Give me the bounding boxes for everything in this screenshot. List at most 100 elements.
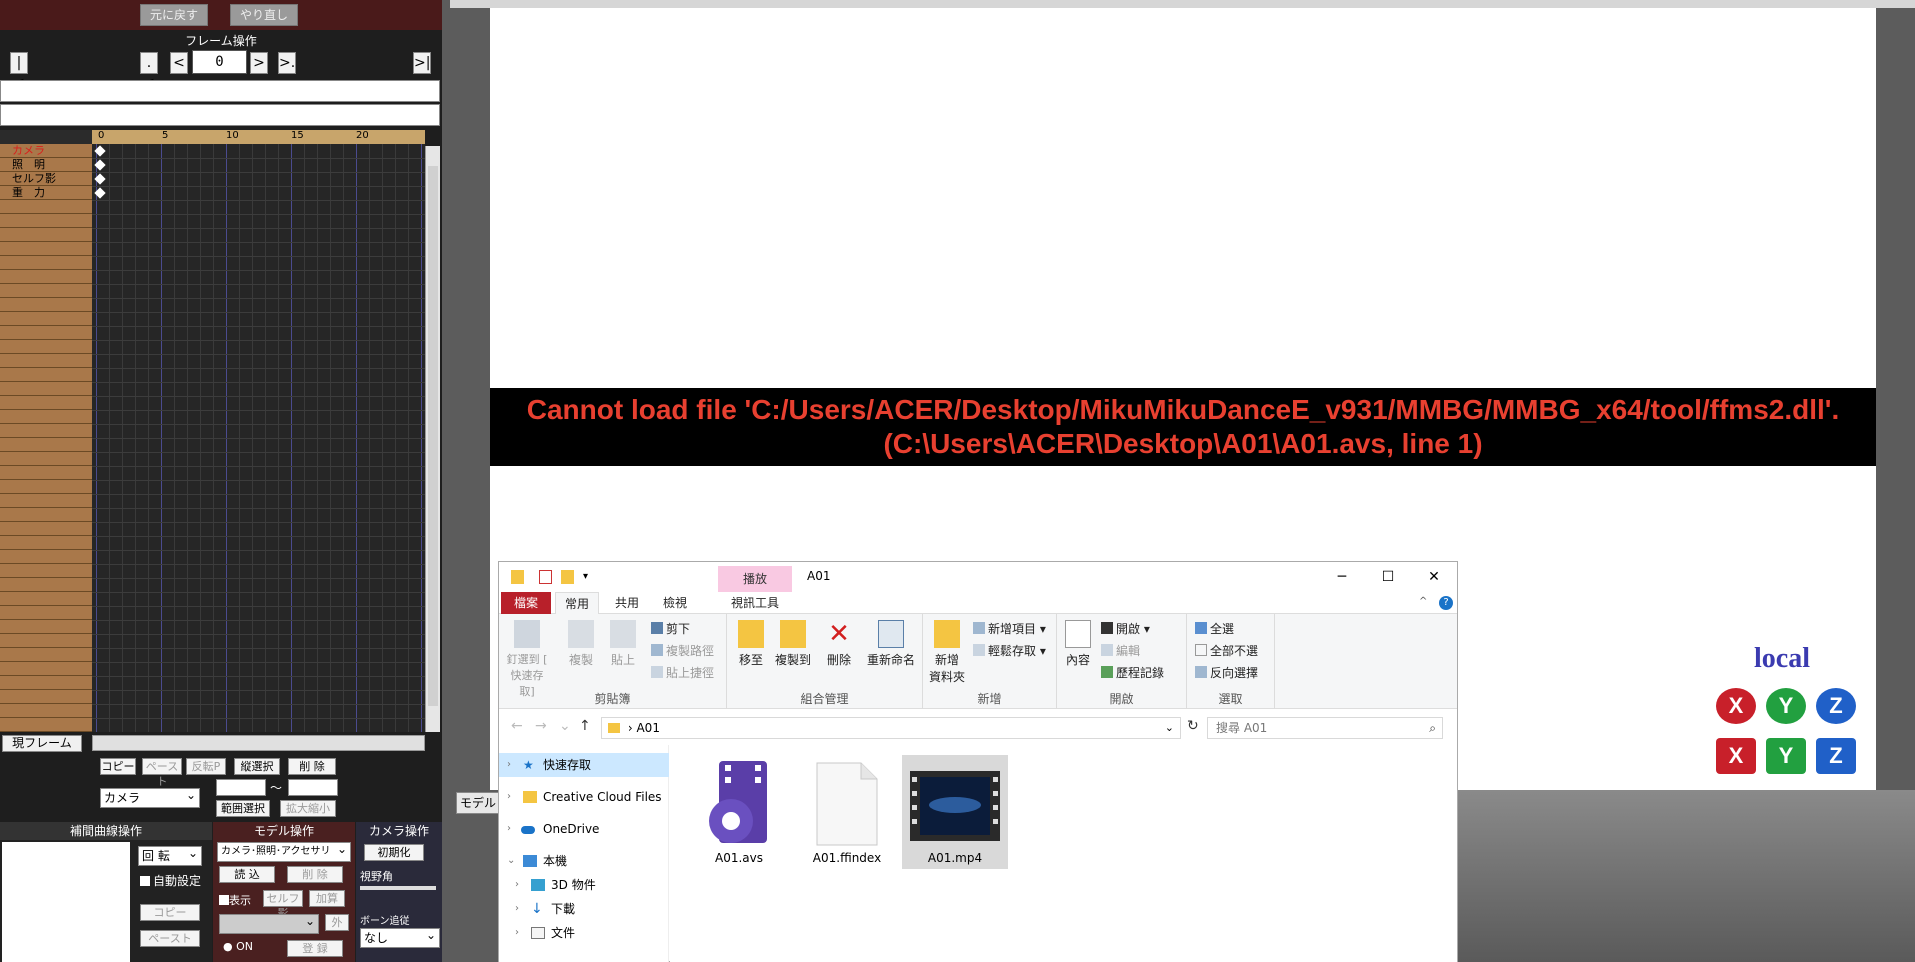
file-item-ffindex[interactable]: A01.ffindex (794, 755, 900, 869)
track-row[interactable] (0, 382, 92, 396)
edit-button[interactable]: 編輯 (1101, 642, 1140, 659)
refresh-icon[interactable]: ↻ (1187, 718, 1199, 734)
track-row[interactable] (0, 494, 92, 508)
address-dropdown-icon[interactable]: ⌄ (1165, 718, 1174, 738)
chevron-right-icon[interactable]: › (507, 785, 511, 809)
track-row[interactable] (0, 424, 92, 438)
outside-button[interactable]: 外 (325, 914, 349, 931)
track-row[interactable] (0, 312, 92, 326)
track-row[interactable] (0, 676, 92, 690)
rotation-select[interactable]: 回 転 (138, 844, 202, 866)
checkbox-box[interactable] (140, 876, 150, 886)
model-delete-button[interactable]: 削 除 (287, 866, 343, 883)
track-row[interactable] (0, 620, 92, 634)
interp-paste-button[interactable]: ペースト (140, 930, 200, 947)
reverse-paste-button[interactable]: 反転P (186, 758, 226, 775)
up-arrow-icon[interactable]: ↑ (579, 718, 591, 734)
search-input[interactable]: 搜尋 A01 ⌕ (1207, 717, 1443, 739)
vertical-select-button[interactable]: 縦選択 (234, 758, 280, 775)
minimize-button[interactable]: ─ (1319, 562, 1365, 592)
breadcrumb-current[interactable]: A01 (636, 721, 659, 735)
tab-file[interactable]: 檔案 (501, 592, 551, 614)
bone-follow-select[interactable]: なし (360, 926, 440, 948)
tab-share[interactable]: 共用 (607, 592, 647, 614)
timeline[interactable]: 0 5 10 15 20 カメラ照 明セルフ影重 力 (0, 130, 425, 732)
track-row[interactable] (0, 648, 92, 662)
recent-dropdown-icon[interactable]: ⌄ (559, 718, 571, 734)
track-row[interactable]: 重 力 (0, 186, 92, 200)
current-frame-button[interactable]: 現フレーム (2, 735, 82, 752)
timeline-horizontal-scrollbar[interactable] (92, 735, 425, 751)
interpolation-curve-box[interactable] (2, 842, 130, 962)
copy-button[interactable]: コピー (100, 758, 136, 775)
range-select-button[interactable]: 範囲選択 (216, 800, 270, 817)
last-frame-button[interactable]: >| (413, 52, 431, 74)
frame-number-input[interactable]: 0 (192, 50, 247, 74)
move-z-icon[interactable]: Z (1816, 738, 1856, 774)
zoom-button[interactable]: 拡大縮小 (280, 800, 336, 817)
new-item-button[interactable]: 新增項目 ▾ (973, 620, 1046, 637)
paste-button[interactable]: ペースト (142, 758, 182, 788)
track-row[interactable] (0, 690, 92, 704)
track-row[interactable] (0, 452, 92, 466)
nav-item-onedrive[interactable]: › OneDrive (499, 817, 669, 841)
track-row[interactable]: 照 明 (0, 158, 92, 172)
keyframe-grid[interactable] (92, 144, 425, 732)
next-key-button[interactable]: >. (278, 52, 296, 74)
track-row[interactable] (0, 340, 92, 354)
checkbox-box[interactable] (219, 895, 229, 905)
prev-key-button[interactable]: .< (140, 52, 158, 91)
track-row[interactable] (0, 270, 92, 284)
move-y-icon[interactable]: Y (1766, 738, 1806, 774)
range-end-input[interactable] (288, 779, 338, 796)
track-row[interactable] (0, 410, 92, 424)
track-row[interactable] (0, 508, 92, 522)
timeline-vertical-scrollbar[interactable] (425, 146, 440, 732)
track-row[interactable] (0, 326, 92, 340)
delete-key-button[interactable]: 削 除 (288, 758, 336, 775)
properties-button[interactable]: 內容 (1063, 620, 1093, 668)
add-button[interactable]: 加算 (309, 890, 345, 907)
next-frame-button[interactable]: > (250, 52, 268, 74)
select-none-button[interactable]: 全部不選 (1195, 642, 1258, 659)
nav-item-creative-cloud[interactable]: › Creative Cloud Files (499, 785, 669, 809)
track-row[interactable] (0, 242, 92, 256)
track-row[interactable] (0, 256, 92, 270)
delete-button[interactable]: ✕ 刪除 (823, 620, 855, 668)
track-row[interactable] (0, 354, 92, 368)
track-row[interactable] (0, 578, 92, 592)
model-register-button[interactable]: 登 録 (287, 940, 343, 957)
chevron-right-icon[interactable]: › (515, 897, 519, 921)
chevron-right-icon[interactable]: › (515, 873, 519, 897)
track-row[interactable] (0, 536, 92, 550)
paste-shortcut-button[interactable]: 貼上捷徑 (651, 664, 714, 681)
copy-to-button[interactable]: 複製到 (771, 620, 815, 668)
tab-home[interactable]: 常用 (555, 592, 599, 614)
tab-video-tools[interactable]: 視訊工具 (718, 592, 792, 614)
track-row[interactable] (0, 606, 92, 620)
nav-item-this-pc[interactable]: ⌄ 本機 (499, 849, 669, 873)
customize-quick-access-icon[interactable]: ▾ (583, 570, 596, 584)
invert-selection-button[interactable]: 反向選擇 (1195, 664, 1258, 681)
on-radio[interactable]: ● ON (223, 940, 253, 953)
track-row[interactable] (0, 368, 92, 382)
undo-button[interactable]: 元に戻す (140, 4, 208, 26)
play-context-tab[interactable]: 播放 (718, 566, 792, 592)
properties-check-icon[interactable] (539, 570, 552, 584)
chevron-right-icon[interactable]: › (507, 817, 511, 841)
help-icon[interactable]: ? (1439, 596, 1453, 610)
file-item-mp4[interactable]: A01.mp4 (902, 755, 1008, 869)
scroll-thumb[interactable] (428, 166, 438, 706)
rotate-y-icon[interactable]: Y (1766, 688, 1806, 724)
track-row[interactable] (0, 592, 92, 606)
nav-item-3d-objects[interactable]: › 3D 物件 (499, 873, 669, 897)
maximize-button[interactable]: ☐ (1365, 562, 1411, 592)
track-row[interactable] (0, 634, 92, 648)
fov-slider[interactable] (360, 886, 436, 890)
nav-item-downloads[interactable]: › ↓ 下載 (499, 897, 669, 921)
new-folder-button[interactable]: 新增 資料夾 (929, 620, 965, 685)
track-row[interactable] (0, 522, 92, 536)
collapse-ribbon-icon[interactable]: ^ (1419, 596, 1427, 607)
chevron-right-icon[interactable]: › (515, 921, 519, 945)
interp-copy-button[interactable]: コピー (140, 904, 200, 921)
